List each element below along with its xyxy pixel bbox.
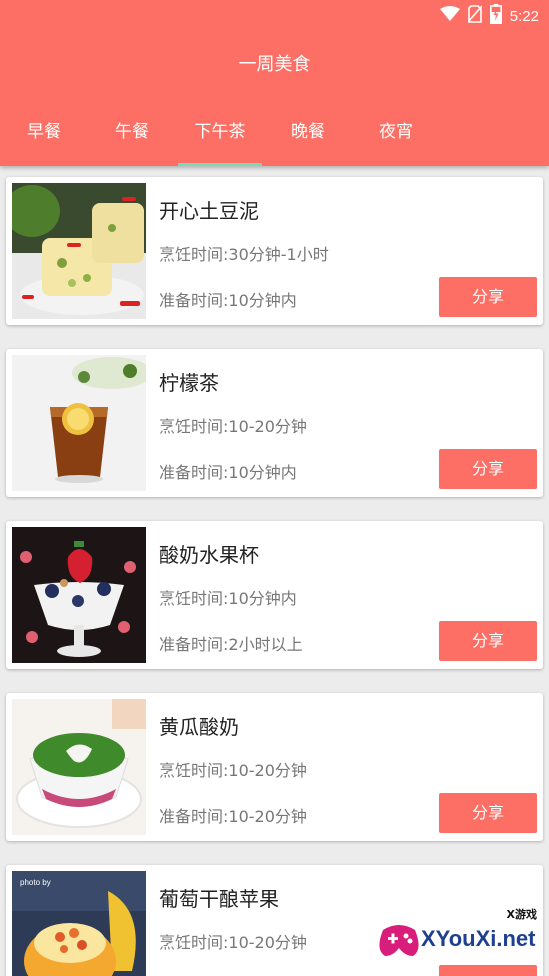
recipe-name: 酸奶水果杯 — [159, 543, 259, 567]
recipe-prep-time: 准备时间:10-20分钟 — [159, 807, 307, 826]
page-title: 一周美食 — [238, 54, 311, 75]
recipe-cook-time: 烹饪时间:30分钟-1小时 — [159, 245, 329, 264]
tab-afternoon-tea[interactable]: 下午茶 — [176, 110, 264, 166]
recipe-image-mashed-potato — [12, 183, 146, 319]
share-button[interactable]: 分享 — [439, 621, 537, 661]
battery-charging-icon — [489, 4, 502, 28]
tab-breakfast[interactable]: 早餐 — [0, 110, 88, 166]
recipe-prep-time: 准备时间:10分钟内 — [159, 463, 297, 482]
recipe-card[interactable]: 柠檬茶 烹饪时间:10-20分钟 准备时间:10分钟内 分享 — [6, 349, 543, 497]
gamepad-logo-icon — [377, 920, 421, 964]
recipe-cook-time: 烹饪时间:10-20分钟 — [159, 761, 307, 780]
status-bar: 5:22 — [439, 4, 539, 28]
recipe-cook-time: 烹饪时间:10-20分钟 — [159, 933, 307, 952]
recipe-cook-time: 烹饪时间:10-20分钟 — [159, 417, 307, 436]
share-button[interactable]: 分享 — [439, 965, 537, 976]
no-sim-icon — [467, 5, 483, 27]
recipe-name: 柠檬茶 — [159, 371, 219, 395]
recipe-card[interactable]: 开心土豆泥 烹饪时间:30分钟-1小时 准备时间:10分钟内 分享 — [6, 177, 543, 325]
svg-text:photo by: photo by — [20, 878, 51, 887]
share-button[interactable]: 分享 — [439, 277, 537, 317]
recipe-image-yogurt-fruit-cup — [12, 527, 146, 663]
tab-late-snack[interactable]: 夜宵 — [352, 110, 440, 166]
recipe-image-raisin-stuffed-apple: photo by — [12, 871, 146, 976]
recipe-card[interactable]: 酸奶水果杯 烹饪时间:10分钟内 准备时间:2小时以上 分享 — [6, 521, 543, 669]
recipe-card[interactable]: 黄瓜酸奶 烹饪时间:10-20分钟 准备时间:10-20分钟 分享 — [6, 693, 543, 841]
recipe-image-cucumber-yogurt — [12, 699, 146, 835]
recipe-image-lemon-tea — [12, 355, 146, 491]
recipe-prep-time: 准备时间:2小时以上 — [159, 635, 303, 654]
tab-lunch[interactable]: 午餐 — [88, 110, 176, 166]
watermark-subtext: X游戏 — [506, 908, 537, 921]
category-tabs: 早餐 午餐 下午茶 晚餐 夜宵 — [0, 110, 549, 166]
tab-dinner[interactable]: 晚餐 — [264, 110, 352, 166]
wifi-icon — [439, 6, 460, 26]
recipe-prep-time: 准备时间:10分钟内 — [159, 291, 297, 310]
clock: 5:22 — [509, 7, 539, 25]
recipe-name: 葡萄干酿苹果 — [159, 887, 279, 911]
site-watermark: XYouXi.net X游戏 — [371, 906, 541, 966]
share-button[interactable]: 分享 — [439, 449, 537, 489]
watermark-text: XYouXi.net — [421, 926, 536, 951]
recipe-name: 开心土豆泥 — [159, 199, 259, 223]
app-bar: 5:22 一周美食 早餐 午餐 下午茶 晚餐 夜宵 — [0, 0, 549, 166]
share-button[interactable]: 分享 — [439, 793, 537, 833]
recipe-cook-time: 烹饪时间:10分钟内 — [159, 589, 297, 608]
recipe-name: 黄瓜酸奶 — [159, 715, 239, 739]
